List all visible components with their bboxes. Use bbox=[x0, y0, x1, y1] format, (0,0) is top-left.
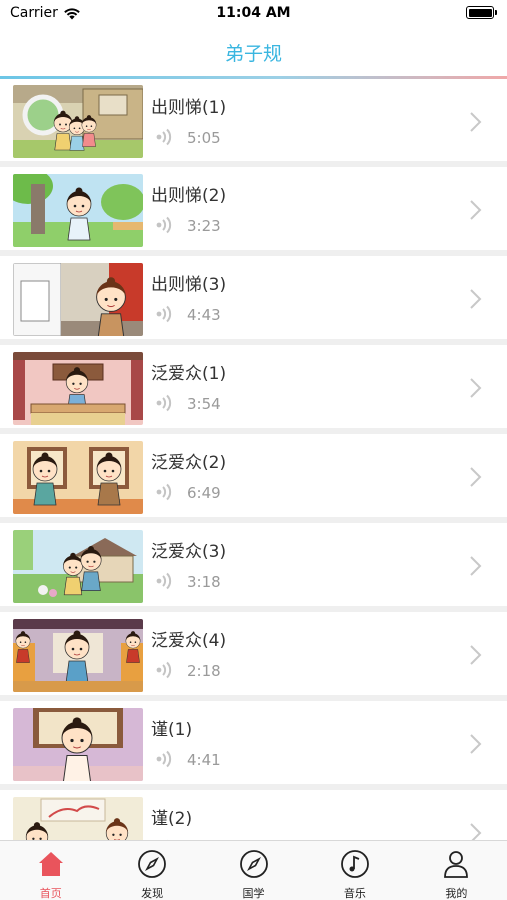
lesson-thumbnail bbox=[13, 619, 143, 692]
lesson-title: 出则悌(1) bbox=[151, 98, 227, 118]
audio-icon bbox=[156, 305, 172, 323]
lesson-row[interactable]: 泛爱众(3) 3:18 bbox=[0, 523, 507, 612]
lesson-duration: 2:18 bbox=[187, 662, 221, 680]
lesson-row[interactable]: 谨(2) bbox=[0, 790, 507, 840]
music-note-icon bbox=[340, 849, 370, 883]
chevron-right-icon bbox=[470, 645, 482, 665]
chevron-right-icon bbox=[470, 378, 482, 398]
chevron-right-icon bbox=[470, 200, 482, 220]
lesson-list[interactable]: 出则悌(1) 5:05 出则悌(2) 3:23 出则悌(3) 4:43 泛爱众(… bbox=[0, 79, 507, 840]
lesson-thumbnail bbox=[13, 263, 143, 336]
battery-icon bbox=[466, 6, 494, 19]
lesson-thumbnail bbox=[13, 797, 143, 840]
battery-indicator bbox=[466, 6, 497, 19]
audio-icon bbox=[156, 572, 172, 590]
audio-icon bbox=[156, 216, 172, 234]
lesson-thumbnail bbox=[13, 174, 143, 247]
compass-icon bbox=[239, 849, 269, 883]
person-icon bbox=[441, 849, 471, 883]
audio-icon bbox=[156, 394, 172, 412]
tab-guoxue[interactable]: 国学 bbox=[203, 841, 304, 900]
status-bar: Carrier 11:04 AM bbox=[0, 0, 507, 28]
lesson-thumbnail bbox=[13, 530, 143, 603]
lesson-duration: 3:23 bbox=[187, 217, 221, 235]
lesson-title: 泛爱众(1) bbox=[151, 364, 227, 384]
chevron-right-icon bbox=[470, 467, 482, 487]
compass-icon bbox=[137, 849, 167, 883]
lesson-row[interactable]: 谨(1) 4:41 bbox=[0, 701, 507, 790]
nav-bar: 弟子规 bbox=[0, 28, 507, 76]
lesson-row[interactable]: 出则悌(2) 3:23 bbox=[0, 167, 507, 256]
chevron-right-icon bbox=[470, 289, 482, 309]
tab-label: 我的 bbox=[445, 887, 468, 900]
audio-icon bbox=[156, 483, 172, 501]
lesson-row[interactable]: 出则悌(1) 5:05 bbox=[0, 79, 507, 167]
tab-music[interactable]: 音乐 bbox=[304, 841, 405, 900]
lesson-duration: 4:43 bbox=[187, 306, 221, 324]
chevron-right-icon bbox=[470, 556, 482, 576]
lesson-duration: 3:18 bbox=[187, 573, 221, 591]
lesson-row[interactable]: 泛爱众(2) 6:49 bbox=[0, 434, 507, 523]
tab-label: 国学 bbox=[242, 887, 265, 900]
lesson-duration: 5:05 bbox=[187, 129, 221, 147]
lesson-duration: 3:54 bbox=[187, 395, 221, 413]
audio-icon bbox=[156, 661, 172, 679]
tab-label: 首页 bbox=[39, 887, 62, 900]
lesson-duration: 4:41 bbox=[187, 751, 221, 769]
carrier-indicator: Carrier bbox=[10, 5, 81, 21]
audio-icon bbox=[156, 750, 172, 768]
lesson-title: 泛爱众(2) bbox=[151, 453, 227, 473]
lesson-row[interactable]: 泛爱众(1) 3:54 bbox=[0, 345, 507, 434]
lesson-title: 泛爱众(3) bbox=[151, 542, 227, 562]
page-title: 弟子规 bbox=[224, 42, 282, 65]
wifi-icon bbox=[64, 7, 80, 19]
lesson-thumbnail bbox=[13, 352, 143, 425]
lesson-title: 谨(2) bbox=[151, 809, 193, 829]
lesson-thumbnail bbox=[13, 441, 143, 514]
tab-mine[interactable]: 我的 bbox=[406, 841, 507, 900]
tab-discover[interactable]: 发现 bbox=[101, 841, 202, 900]
home-icon bbox=[36, 849, 66, 883]
lesson-title: 谨(1) bbox=[151, 720, 193, 740]
lesson-title: 出则悌(3) bbox=[151, 275, 227, 295]
carrier-label: Carrier bbox=[10, 5, 58, 21]
lesson-title: 泛爱众(4) bbox=[151, 631, 227, 651]
lesson-row[interactable]: 泛爱众(4) 2:18 bbox=[0, 612, 507, 701]
lesson-thumbnail bbox=[13, 708, 143, 781]
tab-bar: 首页 发现 国学 音乐 我的 bbox=[0, 840, 507, 900]
tab-label: 音乐 bbox=[343, 887, 366, 900]
tab-label: 发现 bbox=[141, 887, 164, 900]
tab-home[interactable]: 首页 bbox=[0, 841, 101, 900]
audio-icon bbox=[156, 128, 172, 146]
chevron-right-icon bbox=[470, 734, 482, 754]
chevron-right-icon bbox=[470, 112, 482, 132]
lesson-title: 出则悌(2) bbox=[151, 186, 227, 206]
lesson-thumbnail bbox=[13, 85, 143, 158]
chevron-right-icon bbox=[470, 823, 482, 840]
lesson-duration: 6:49 bbox=[187, 484, 221, 502]
lesson-row[interactable]: 出则悌(3) 4:43 bbox=[0, 256, 507, 345]
app-screen: Carrier 11:04 AM 弟子规 出则悌(1) 5:05 出则悌(2) … bbox=[0, 0, 507, 900]
